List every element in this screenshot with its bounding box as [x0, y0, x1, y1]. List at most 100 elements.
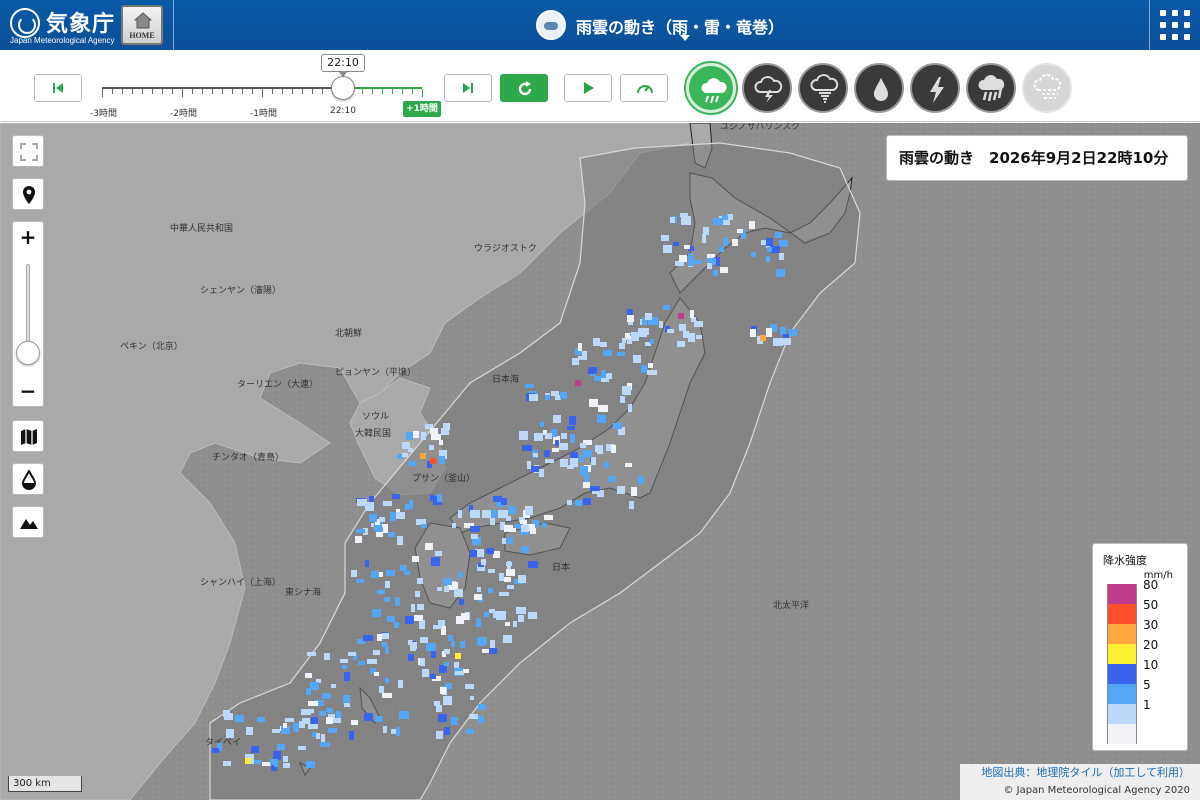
radar-echo-cell	[688, 257, 694, 266]
radar-echo-cell	[684, 245, 690, 249]
rain-cloud-mode-button[interactable]	[686, 63, 736, 113]
map-canvas[interactable]: 中華人民共和国 ウラジオストク シェンヤン（瀋陽） 北朝鮮 ペキン（北京） ピョ…	[0, 123, 1200, 800]
radar-echo-cell	[212, 748, 219, 753]
radar-echo-cell	[383, 726, 387, 733]
radar-echo-cell	[696, 335, 702, 339]
radar-echo-cell	[601, 370, 606, 378]
radar-echo-cell	[385, 646, 389, 654]
radar-echo-cell	[369, 514, 377, 522]
radar-echo-cell	[545, 459, 554, 463]
tornado-mode-button[interactable]	[798, 63, 848, 113]
label-qingdao: チンタオ（青島）	[212, 451, 284, 463]
radar-echo-cell	[308, 709, 314, 713]
radar-echo-cell	[628, 404, 632, 412]
legend-value: 50	[1143, 598, 1159, 612]
my-location-button[interactable]	[12, 178, 44, 210]
radar-echo-cell	[751, 252, 756, 257]
zoom-slider-handle[interactable]	[16, 341, 40, 365]
radar-echo-cell	[522, 445, 532, 451]
radar-echo-cell	[421, 524, 427, 528]
radar-echo-cell	[420, 637, 428, 643]
thunder-cloud-icon	[754, 76, 783, 103]
radar-echo-cell	[780, 327, 786, 335]
grid-menu-button[interactable]	[1160, 10, 1190, 40]
radar-echo-cell	[611, 445, 616, 453]
radar-echo-cell	[322, 693, 331, 699]
label-dalian: ターリエン（大連）	[237, 378, 318, 390]
speed-button[interactable]	[620, 74, 668, 102]
thunder-mode-button[interactable]	[742, 63, 792, 113]
radar-echo-cell	[732, 239, 738, 246]
label-yuzhno-sakhalinsk: ユジノサハリンスク	[720, 123, 800, 132]
heavy-rain-cloud-icon	[978, 75, 1005, 102]
radar-echo-cell	[516, 607, 526, 614]
timeline-tick	[112, 89, 113, 94]
radar-echo-cell	[402, 442, 410, 449]
radar-echo-cell	[448, 635, 453, 641]
radar-echo-cell	[477, 587, 481, 592]
timeline-slider-handle[interactable]	[331, 76, 355, 100]
radar-echo-cell	[779, 253, 784, 260]
last-frame-button[interactable]	[444, 74, 492, 102]
home-icon	[134, 12, 152, 29]
radar-echo-cell	[572, 358, 579, 365]
radar-echo-cell	[356, 579, 364, 583]
radar-echo-cell	[454, 589, 463, 597]
radar-echo-cell	[376, 527, 383, 532]
radar-echo-cell	[518, 615, 524, 622]
radar-echo-cell	[749, 221, 755, 229]
radar-echo-cell	[499, 592, 509, 596]
play-button[interactable]	[564, 74, 612, 102]
zoom-out-button[interactable]: −	[13, 376, 43, 406]
radar-echo-cell	[431, 651, 436, 658]
radar-echo-cell	[578, 356, 587, 360]
radar-echo-cell	[419, 620, 425, 629]
radar-echo-cell	[439, 665, 447, 673]
jma-logo[interactable]: 気象庁 Japan Meteorological Agency	[8, 4, 116, 46]
label-shenyang: シェンヤン（瀋陽）	[200, 284, 281, 296]
radar-echo-cell	[617, 352, 625, 356]
map-layer-button[interactable]	[12, 420, 44, 452]
radar-echo-cell	[307, 652, 316, 656]
timeline-tick	[212, 89, 213, 94]
radar-echo-cell	[645, 313, 652, 320]
radar-echo-cell	[226, 729, 234, 738]
location-pin-icon	[23, 186, 35, 204]
terrain-button[interactable]	[12, 506, 44, 538]
tornado-cloud-icon	[810, 74, 839, 103]
refresh-latest-button[interactable]	[500, 74, 548, 102]
radar-echo-cell	[527, 461, 531, 469]
radar-echo-cell	[343, 695, 350, 703]
zoom-in-button[interactable]: +	[13, 222, 43, 252]
radar-echo-cell	[659, 321, 663, 328]
lightning-mode-button[interactable]	[910, 63, 960, 113]
first-frame-button[interactable]	[34, 74, 82, 102]
rain-cloud-title-icon	[536, 10, 566, 40]
radar-echo-cell	[312, 732, 316, 737]
radar-echo-cell	[224, 713, 233, 720]
precipitation-mode-button[interactable]	[854, 63, 904, 113]
timeline-tick	[222, 89, 223, 94]
rain-overlay-button[interactable]	[12, 463, 44, 495]
legend-value: 5	[1143, 678, 1151, 692]
radar-echo-cell	[385, 581, 390, 588]
legend-swatch	[1107, 684, 1137, 704]
weather-map[interactable]: 中華人民共和国 ウラジオストク シェンヤン（瀋陽） 北朝鮮 ペキン（北京） ピョ…	[0, 123, 1200, 800]
radar-echo-cell	[539, 469, 544, 477]
map-source-link[interactable]: 地図出典：地理院タイル（加工して利用）	[960, 764, 1190, 782]
radar-echo-cell	[529, 394, 538, 401]
radar-echo-cell	[342, 665, 347, 669]
radar-echo-cell	[469, 714, 478, 719]
heavy-rain-mode-button[interactable]	[966, 63, 1016, 113]
radar-echo-cell	[257, 717, 265, 722]
radar-echo-cell	[519, 431, 528, 440]
home-button[interactable]: HOME	[121, 5, 163, 45]
timeline-tick	[262, 89, 263, 97]
radar-echo-cell	[775, 232, 782, 238]
fullscreen-button[interactable]	[12, 135, 44, 167]
radar-echo-cell	[713, 218, 723, 225]
radar-echo-cell	[451, 641, 455, 647]
tick-label-now: 22:10	[330, 106, 356, 116]
timeline-tick	[282, 89, 283, 94]
legend-swatch	[1107, 704, 1137, 724]
